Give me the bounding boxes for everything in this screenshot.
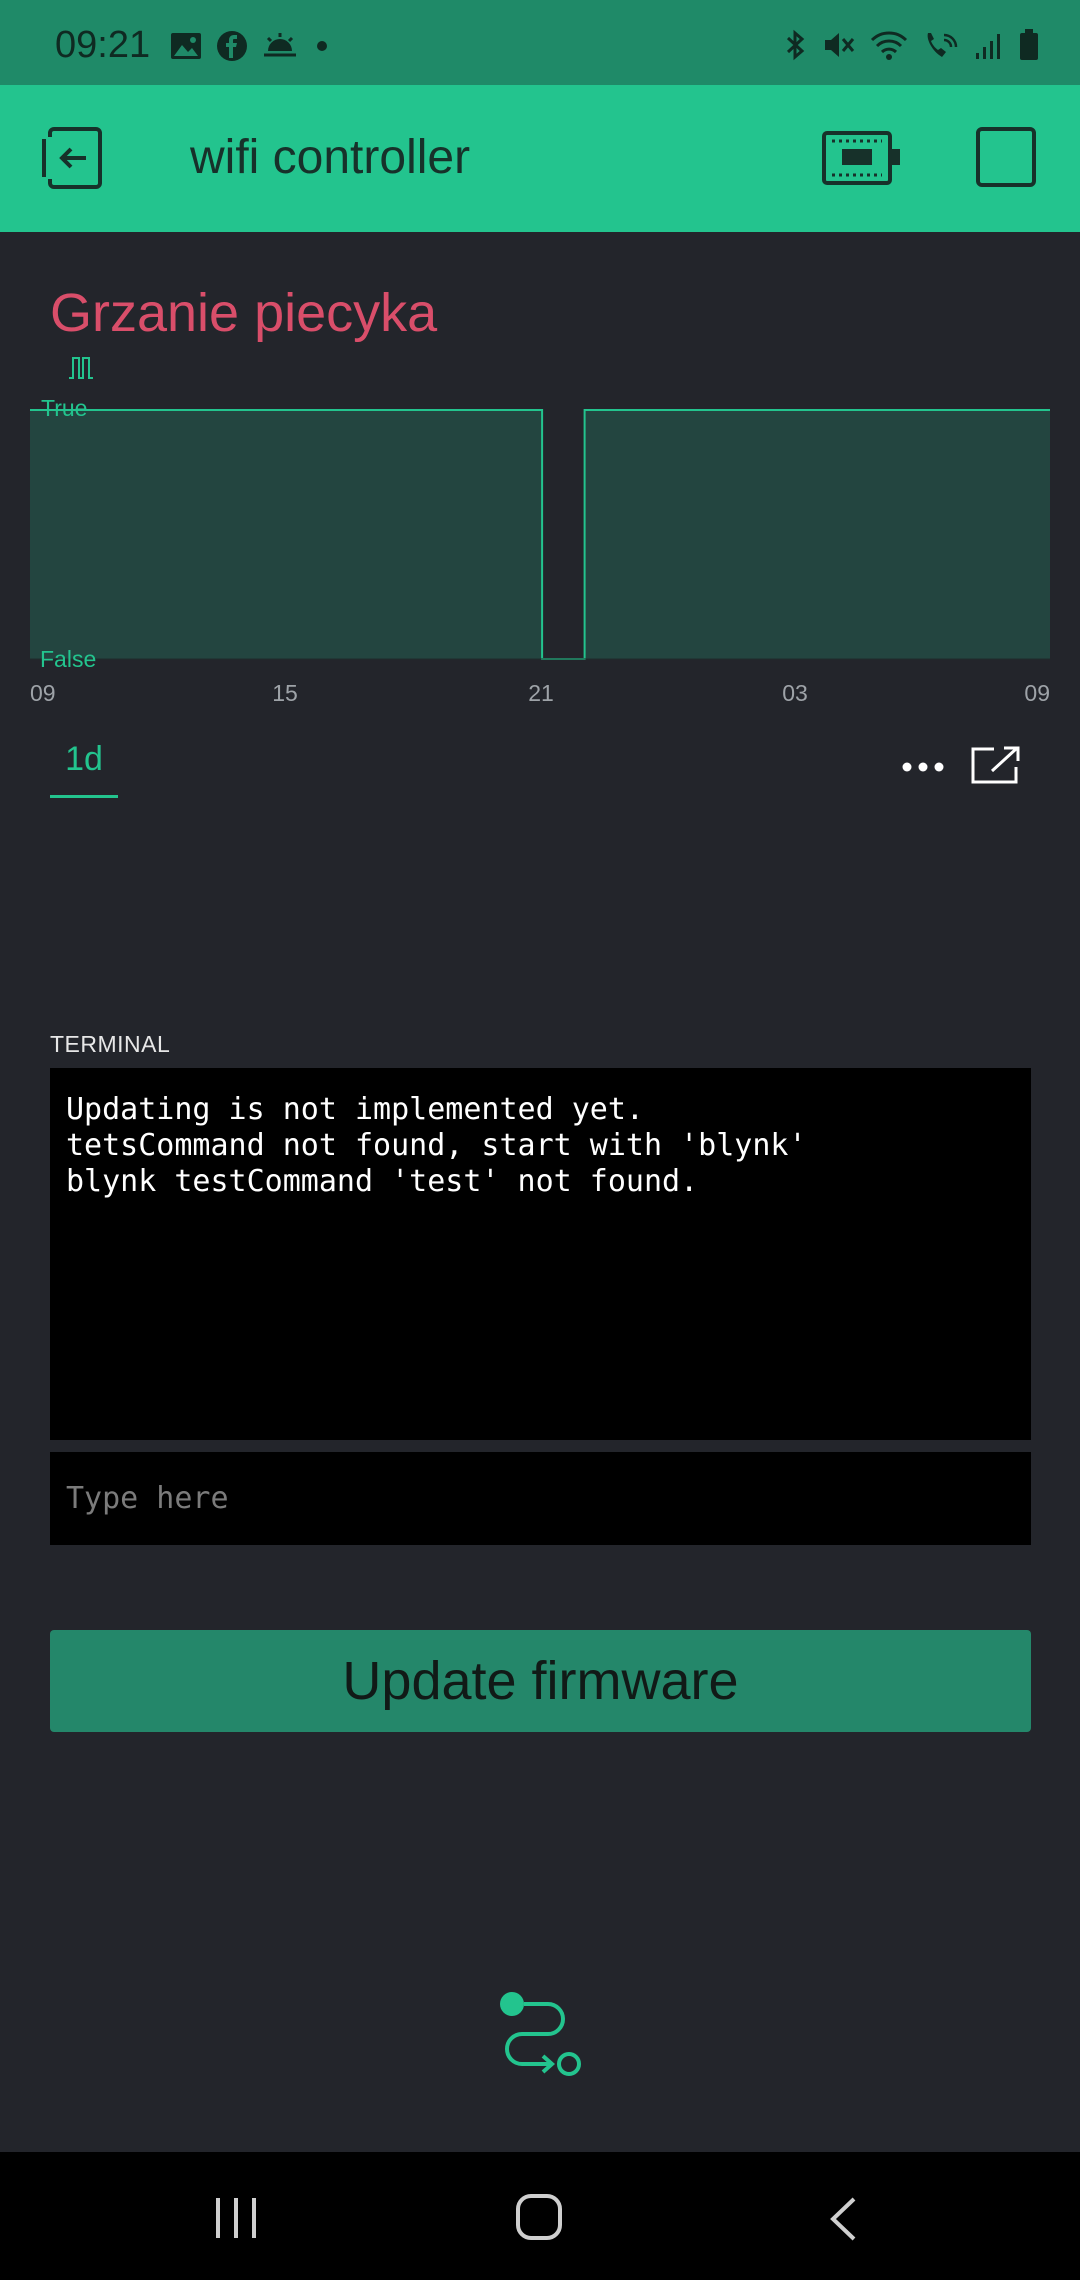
export-button[interactable] [970,745,1022,785]
x-tick-label: 15 [272,680,298,706]
terminal-label: TERMINAL [50,1031,171,1057]
app-bar: wifi controller [0,85,1080,232]
chart-area [30,410,1050,659]
bluetooth-icon [784,29,808,66]
y-tick-label: True [41,395,87,421]
signal-icon [974,29,1004,66]
gallery-icon [170,31,202,66]
back-icon[interactable] [828,2196,858,2247]
status-time: 09:21 [55,24,151,66]
app-title: wifi controller [190,131,471,184]
terminal-input[interactable] [50,1452,1031,1545]
navigation-bar [0,2152,1080,2280]
x-tick-label: 09 [1024,680,1050,706]
facebook-icon [216,30,248,67]
x-tick-label: 03 [782,680,808,706]
x-tick-label: 21 [528,680,554,706]
flow-icon[interactable] [496,1988,584,2083]
weather-icon [262,31,298,66]
y-tick-label: False [40,646,96,672]
wifi-icon [870,29,908,66]
status-left-icons [170,30,332,67]
device-chip-icon [822,131,900,185]
more-button[interactable] [900,752,946,782]
status-right-icons [784,28,1040,67]
status-bar: 09:21 [0,0,1080,85]
device-button[interactable] [822,127,902,189]
more-icon [902,762,944,772]
home-icon[interactable] [515,2193,563,2246]
mute-icon [822,29,856,66]
exit-icon [42,127,102,189]
update-firmware-button[interactable]: Update firmware [50,1630,1031,1732]
recents-icon[interactable] [213,2196,259,2245]
wifi-call-icon [922,29,960,66]
exit-button[interactable] [40,127,108,189]
dot-icon [312,36,332,61]
x-tick-label: 09 [30,680,56,706]
range-tab-1d[interactable]: 1d [50,740,118,798]
terminal-output[interactable]: Updating is not implemented yet. tetsCom… [50,1068,1031,1440]
stop-button[interactable] [976,127,1036,187]
battery-icon [1018,28,1040,67]
square-wave-icon [68,356,94,385]
export-icon [971,746,1020,784]
chart-plot: True False 09 15 21 03 09 [30,395,1050,706]
chart-title: Grzanie piecyka [50,283,438,343]
